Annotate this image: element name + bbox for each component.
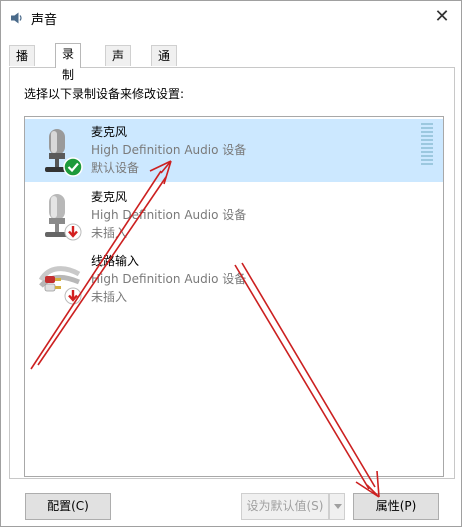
unplugged-badge — [64, 223, 82, 241]
title-bar: 声音 ✕ — [1, 1, 461, 33]
recording-panel: 选择以下录制设备来修改设置: 麦克风 High Definition Audio… — [9, 67, 455, 479]
default-check-badge — [63, 157, 83, 177]
sound-dialog: 声音 ✕ 播放 录制 声音 通信 选择以下录制设备来修改设置: — [0, 0, 462, 527]
device-status: 未插入 — [91, 226, 128, 240]
properties-button[interactable]: 属性(P) — [353, 493, 439, 520]
line-in-cable-icon — [39, 266, 82, 305]
set-default-button[interactable]: 设为默认值(S) — [241, 493, 329, 520]
unplugged-badge — [64, 287, 82, 305]
device-item-microphone-unplugged[interactable]: 麦克风 High Definition Audio 设备 未插入 — [25, 184, 443, 247]
close-icon: ✕ — [434, 6, 450, 27]
device-description: High Definition Audio 设备 — [91, 272, 247, 286]
level-meter — [421, 123, 433, 167]
device-item-microphone-default[interactable]: 麦克风 High Definition Audio 设备 默认设备 — [25, 119, 443, 182]
tab-sounds[interactable]: 声音 — [105, 45, 132, 84]
speaker-icon — [11, 12, 22, 24]
device-item-line-in[interactable]: 线路输入 High Definition Audio 设备 未插入 — [25, 248, 443, 311]
device-description: High Definition Audio 设备 — [91, 143, 247, 157]
instruction-text: 选择以下录制设备来修改设置: — [24, 87, 185, 101]
close-button[interactable]: ✕ — [431, 7, 453, 27]
tab-playback[interactable]: 播放 — [9, 45, 36, 84]
set-default-dropdown-button[interactable] — [329, 493, 345, 520]
device-name: 麦克风 — [91, 190, 128, 204]
device-name: 线路输入 — [91, 254, 140, 268]
device-status: 默认设备 — [91, 161, 140, 175]
device-list[interactable]: 麦克风 High Definition Audio 设备 默认设备 麦克风 Hi… — [24, 116, 444, 477]
device-name: 麦克风 — [91, 125, 128, 139]
window-title: 声音 — [31, 13, 58, 28]
tab-communications[interactable]: 通信 — [151, 45, 178, 84]
device-description: High Definition Audio 设备 — [91, 208, 247, 222]
configure-button[interactable]: 配置(C) — [25, 493, 111, 520]
tab-recording[interactable]: 录制 — [55, 43, 82, 82]
microphone-icon — [45, 129, 83, 177]
microphone-icon — [45, 194, 82, 241]
device-status: 未插入 — [91, 290, 128, 304]
